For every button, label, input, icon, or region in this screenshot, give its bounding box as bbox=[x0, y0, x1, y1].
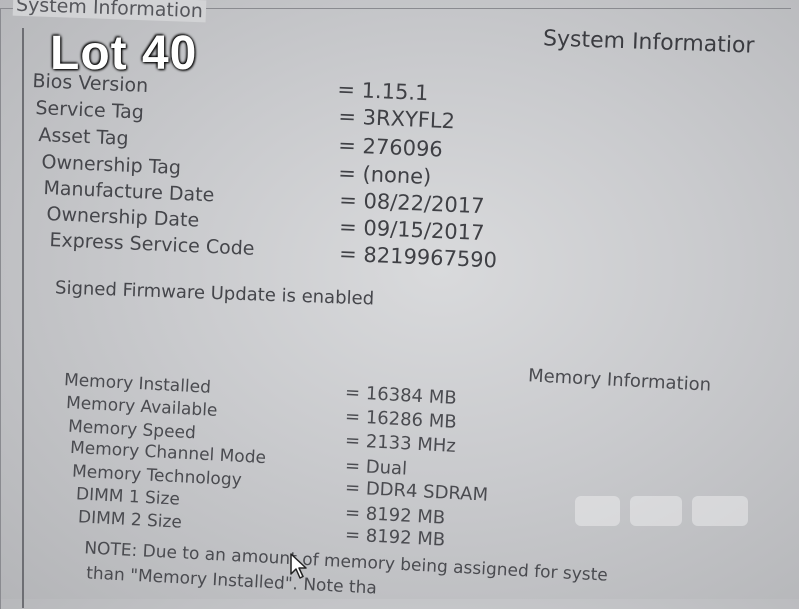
memory-value: = Dual bbox=[344, 455, 408, 480]
mouse-pointer-icon bbox=[290, 553, 307, 579]
info-value: = 3RXYFL2 bbox=[337, 104, 456, 134]
info-value: = (none) bbox=[337, 160, 432, 189]
info-label: Service Tag bbox=[35, 97, 145, 124]
watermark-logo bbox=[575, 496, 748, 526]
info-value: = 276096 bbox=[337, 133, 444, 162]
group-box-legend: System Information bbox=[12, 0, 207, 23]
info-label: Asset Tag bbox=[38, 124, 130, 150]
info-value: = 1.15.1 bbox=[336, 77, 429, 106]
